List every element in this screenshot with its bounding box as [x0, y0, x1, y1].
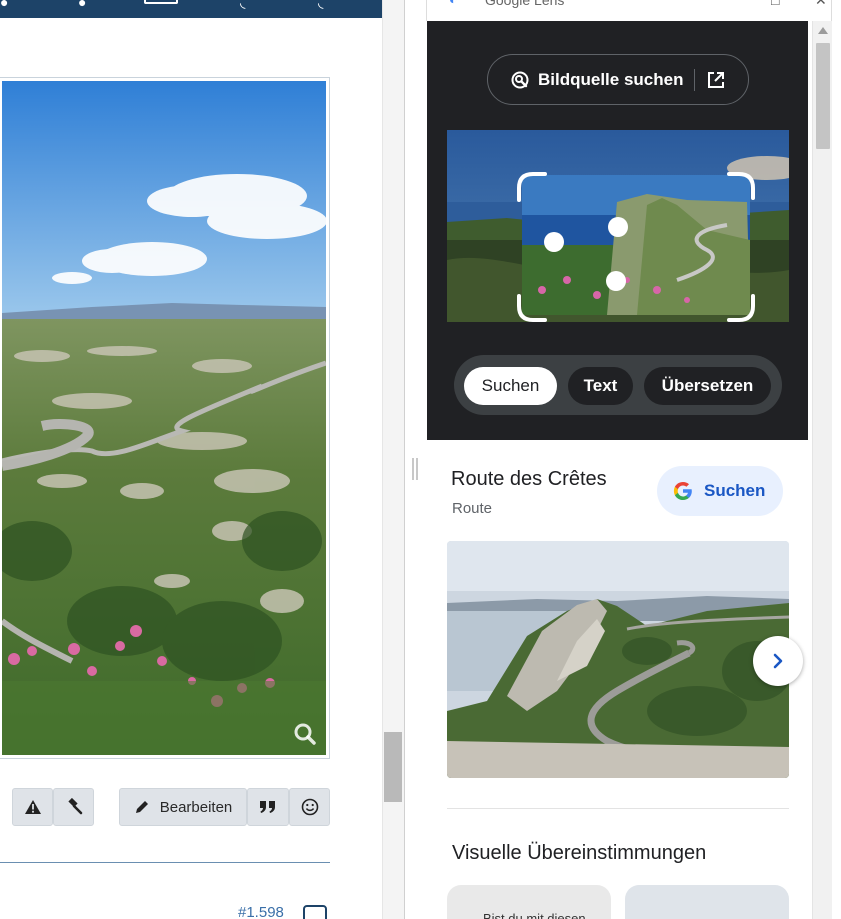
chevron-right-icon [773, 653, 783, 669]
google-search-button[interactable]: Suchen [657, 466, 783, 516]
post-image[interactable] [2, 81, 326, 755]
google-lens-logo-icon: ◐ [449, 0, 457, 7]
notification-icon[interactable]: ● [78, 0, 86, 10]
visual-match-card[interactable] [625, 885, 789, 919]
lens-header: ◐ Google Lens □ ✕ [426, 0, 832, 21]
bookmark-icon[interactable] [303, 905, 327, 919]
warning-icon [24, 800, 41, 814]
tab-translate[interactable]: Übersetzen [644, 367, 771, 405]
google-search-label: Suchen [704, 481, 766, 500]
page-scrollbar-thumb[interactable] [384, 732, 402, 802]
open-external-icon[interactable] [707, 71, 725, 89]
search-alt-icon[interactable]: ◟ [318, 0, 323, 11]
result-title[interactable]: Route des Crêtes [451, 468, 607, 491]
zoom-button[interactable] [290, 719, 320, 749]
next-result-button[interactable] [753, 636, 803, 686]
screen: ● ● ◟ ◟ Bearbeiten #1.598 Google Lens □ … [0, 0, 841, 919]
feedback-prompt-text: Bist du mit diesen [483, 911, 586, 919]
magnifier-icon [294, 723, 316, 745]
lens-mode-tabs: Suchen Text Übersetzen [454, 355, 782, 415]
post-separator [0, 862, 330, 863]
pill-separator [694, 68, 696, 91]
lens-image-area: Bildquelle suchen Suchen Text Übersetzen [427, 21, 808, 440]
report-button[interactable] [12, 788, 53, 826]
result-image[interactable] [447, 541, 789, 778]
gavel-icon [67, 798, 82, 815]
lens-header-title: Google Lens [485, 0, 565, 8]
google-g-icon [673, 482, 692, 500]
lens-scrollbar[interactable] [812, 21, 832, 919]
tab-text[interactable]: Text [568, 367, 633, 405]
image-search-icon [511, 71, 529, 88]
moderate-button[interactable] [53, 788, 94, 826]
landscape-photo [2, 81, 326, 755]
find-image-source-label: Bildquelle suchen [538, 69, 684, 89]
edit-button-label: Bearbeiten [159, 798, 233, 816]
inbox-icon[interactable] [144, 0, 178, 4]
forum-header-bar: ● ● ◟ ◟ [0, 0, 382, 18]
scroll-up-arrow-icon[interactable] [818, 27, 828, 34]
find-image-source-button[interactable]: Bildquelle suchen [487, 54, 749, 105]
edit-button[interactable]: Bearbeiten [119, 788, 247, 826]
quote-button[interactable] [247, 788, 289, 826]
search-icon[interactable]: ◟ [240, 0, 245, 11]
post-image-frame[interactable] [0, 77, 330, 759]
open-in-tab-icon[interactable]: □ [771, 0, 779, 8]
smiley-icon [301, 798, 318, 816]
section-divider [447, 808, 789, 809]
react-button[interactable] [289, 788, 330, 826]
result-subtitle: Route [452, 500, 493, 517]
forum-page: ● ● ◟ ◟ Bearbeiten #1.598 [0, 0, 382, 919]
panel-resize-handle[interactable] [406, 458, 418, 484]
pencil-icon [135, 801, 148, 813]
post-number-link[interactable]: #1.598 [238, 904, 284, 919]
visual-matches-heading: Visuelle Übereinstimmungen [452, 842, 707, 864]
lens-selection-image[interactable] [447, 130, 789, 322]
google-lens-panel: ◐ Google Lens □ ✕ Bildquelle suchen [404, 0, 841, 919]
close-icon[interactable]: ✕ [815, 0, 827, 9]
avatar[interactable]: ● [0, 0, 8, 10]
lens-scrollbar-thumb[interactable] [816, 43, 830, 149]
selected-region-preview [447, 130, 789, 322]
route-des-cretes-photo [447, 541, 789, 778]
tab-search[interactable]: Suchen [464, 367, 557, 405]
quote-icon [260, 801, 275, 813]
visual-match-card[interactable]: Bist du mit diesen [447, 885, 611, 919]
